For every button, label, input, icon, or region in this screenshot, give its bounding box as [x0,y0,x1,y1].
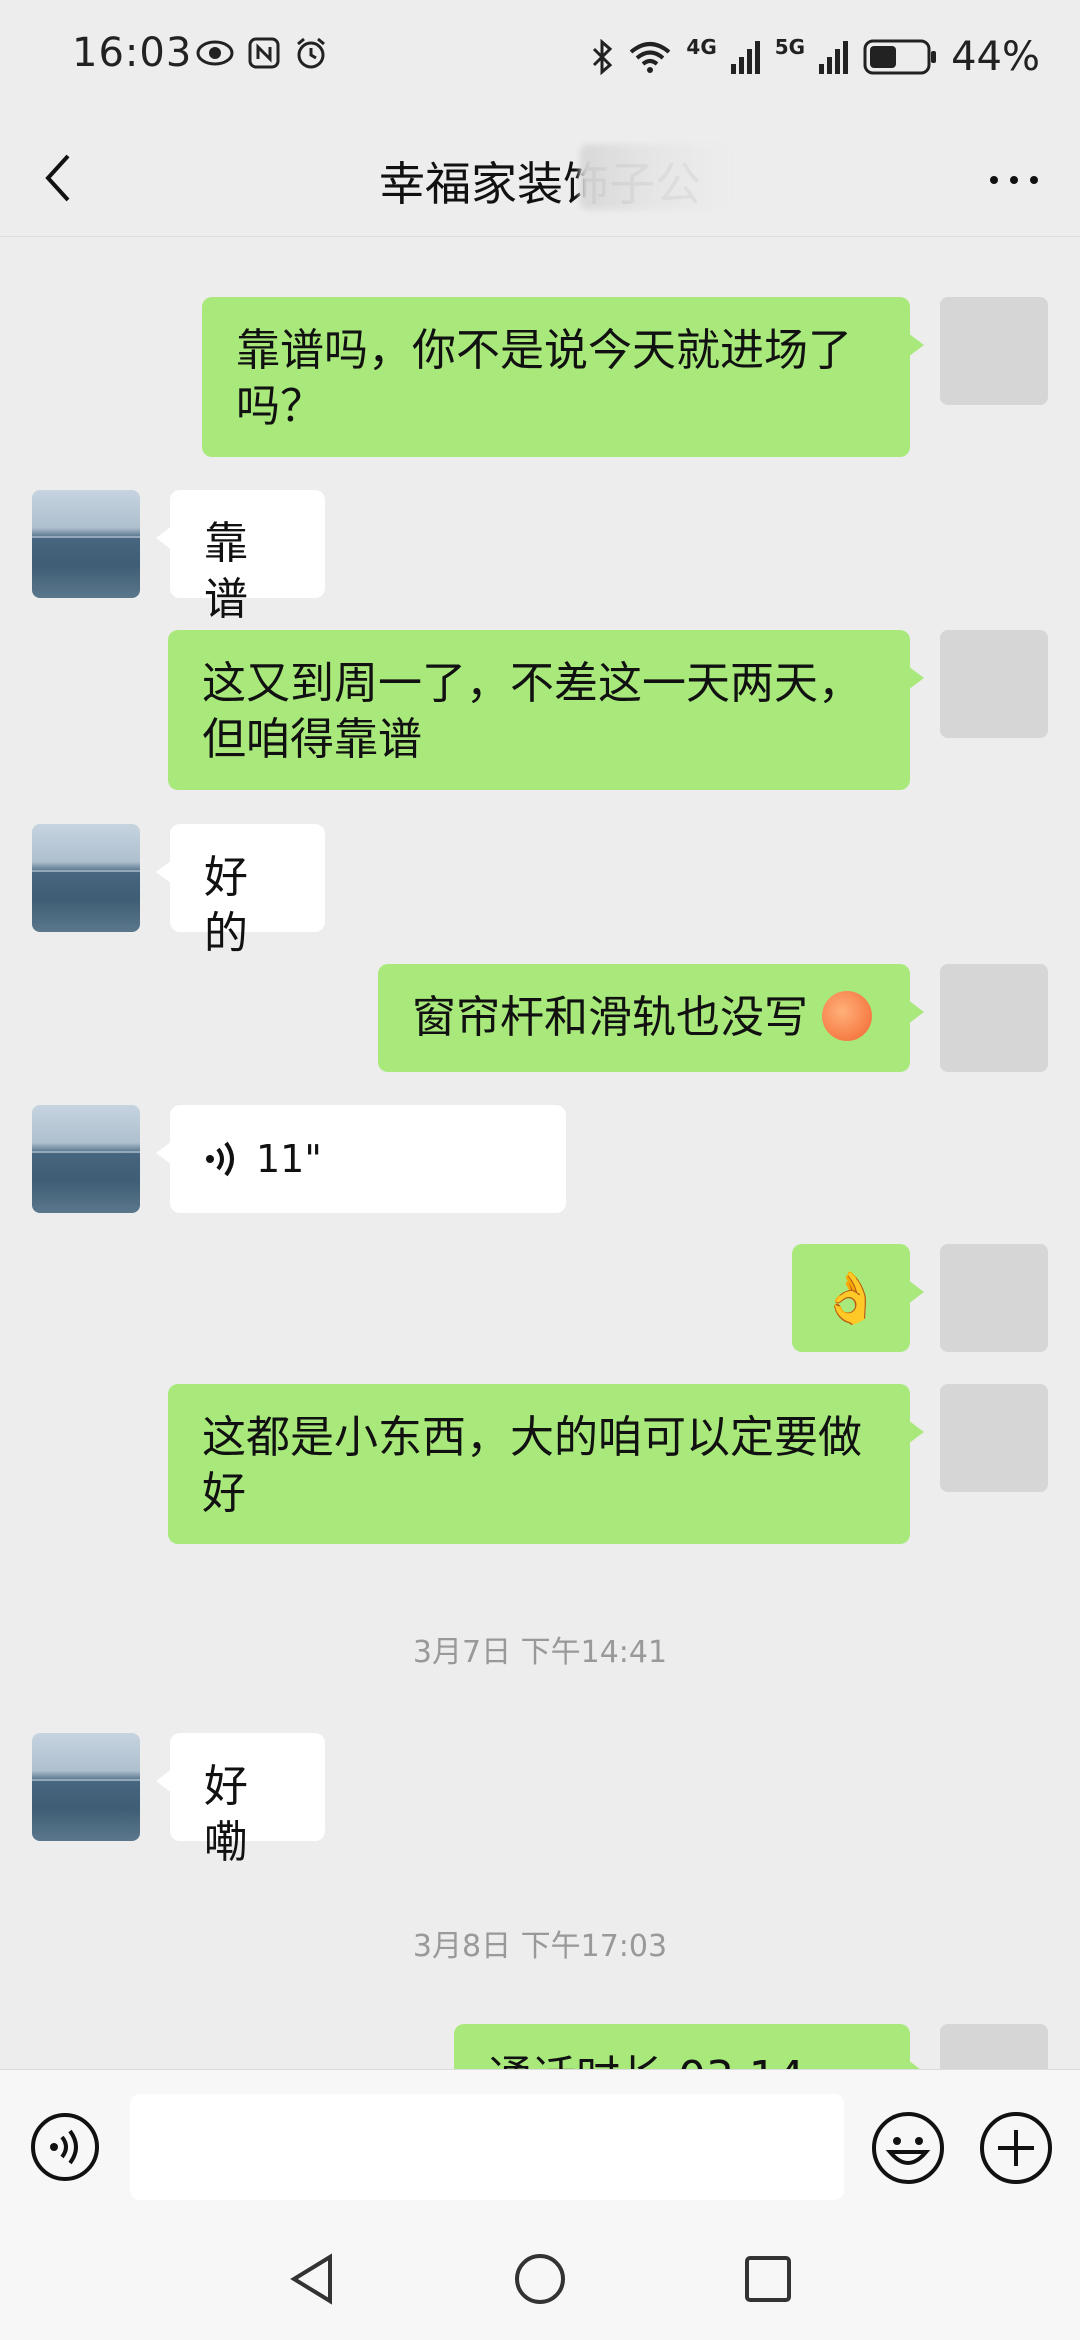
my-avatar[interactable] [940,1244,1048,1352]
ok-hand-emoji-icon: 👌 [819,1269,883,1327]
bluetooth-icon [593,39,613,75]
message-bubble[interactable]: 好嘞 [156,1733,325,1868]
my-avatar[interactable] [940,1384,1048,1492]
my-avatar[interactable] [940,297,1048,405]
eye-icon [196,40,234,66]
circle-home-icon[interactable] [510,2249,570,2309]
wifi-icon [630,42,671,73]
status-time: 16:03 [72,30,193,76]
message-bubble[interactable]: 窗帘杆和滑轨也没写 [378,964,924,1072]
message-bubble[interactable]: 好的 [156,824,325,959]
smiley-icon[interactable] [870,2110,946,2186]
chat-title: 幸福家装饰子公 [379,157,701,211]
message-bubble[interactable]: 靠谱吗，你不是说今天就进场了 吗？ [202,297,924,457]
my-avatar[interactable] [940,630,1048,738]
contact-avatar[interactable] [32,490,140,598]
network-4g-label: 4G [686,35,717,59]
message-bubble[interactable]: 这都是小东西，大的咱可以定要做 好 [168,1384,924,1544]
my-avatar[interactable] [940,964,1048,1072]
my-avatar[interactable] [940,2024,1048,2069]
contact-avatar[interactable] [32,1733,140,1841]
blurred-title-region [580,144,730,210]
signal-icon-2 [819,41,849,74]
message-bubble[interactable]: 靠谱 [156,490,325,625]
message-input-bar [0,2069,1080,2214]
sweat-face-emoji-icon [822,991,872,1041]
message-bubble[interactable]: 这又到周一了，不差这一天两天， 但咱得靠谱 [168,630,924,790]
call-duration-bubble[interactable]: 通话时长 03:14 [454,2024,924,2069]
message-list[interactable]: 靠谱吗，你不是说今天就进场了 吗？ 靠谱 这又到周一了，不差这一天两天， 但咱得… [0,237,1080,2069]
triangle-back-icon[interactable] [282,2249,342,2309]
timestamp: 3月8日 下午17:03 [412,1929,668,1964]
more-dots-icon[interactable] [984,164,1044,192]
battery-icon [863,39,937,75]
square-recent-icon[interactable] [738,2249,798,2309]
message-bubble[interactable]: 👌 [792,1244,924,1352]
voice-wave-icon [206,1141,234,1177]
status-bar: 16:03 4G 5G 44% [0,0,1080,118]
battery-percent: 44% [951,34,1040,80]
contact-avatar[interactable] [32,1105,140,1213]
message-input[interactable] [130,2094,844,2200]
nfc-icon [248,37,280,69]
signal-icon [730,41,760,74]
system-navigation-bar [0,2213,1080,2340]
contact-avatar[interactable] [32,824,140,932]
network-5g-label: 5G [774,35,806,59]
alarm-icon [297,37,325,69]
voice-message-bubble[interactable]: 11" [156,1105,566,1213]
chat-header: 幸福家装饰子公 [0,118,1080,237]
voice-duration: 11" [256,1137,322,1181]
timestamp: 3月7日 下午14:41 [412,1635,668,1670]
voice-icon[interactable] [30,2112,100,2182]
plus-icon[interactable] [978,2110,1054,2186]
